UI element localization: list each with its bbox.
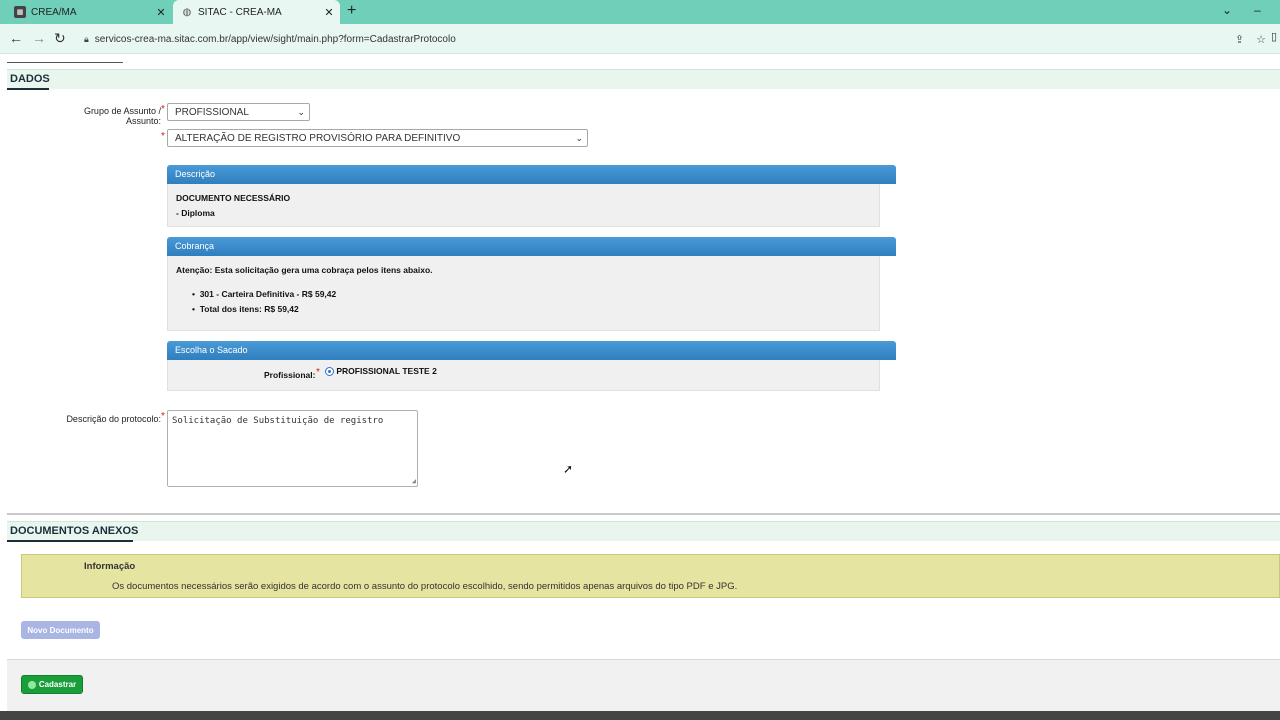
lock-icon: 🔒︎ bbox=[84, 33, 89, 44]
selected-value: PROFISSIONAL bbox=[175, 106, 249, 118]
profissional-label: Profissional: bbox=[264, 370, 316, 380]
reload-icon[interactable]: ↻ bbox=[54, 30, 66, 47]
share-icon[interactable]: ⇪ bbox=[1235, 33, 1244, 46]
info-title: Informação bbox=[84, 561, 136, 572]
grupo-assunto-label: Grupo de Assunto / Assunto: bbox=[60, 106, 161, 126]
textarea-value: Solicitação de Substituição de registro bbox=[172, 416, 384, 426]
chevron-down-icon: ⌄ bbox=[297, 107, 305, 117]
chevron-down-icon: ⌄ bbox=[575, 133, 583, 143]
protocolo-label: Descrição do protocolo: bbox=[40, 414, 161, 424]
radio-label: PROFISSIONAL TESTE 2 bbox=[336, 366, 437, 376]
divider bbox=[7, 62, 123, 63]
globe-icon: ◍ bbox=[182, 6, 192, 18]
url-text: servicos-crea-ma.sitac.com.br/app/view/s… bbox=[94, 33, 456, 45]
radio-selected-icon[interactable] bbox=[325, 367, 334, 377]
section-title: DOCUMENTOS ANEXOS bbox=[10, 525, 139, 537]
descricao-box-body: DOCUMENTO NECESSÁRIO - Diploma bbox=[167, 184, 880, 227]
crea-favicon-icon: ▦ bbox=[14, 6, 26, 18]
section-title: DADOS bbox=[10, 73, 50, 85]
descricao-item: - Diploma bbox=[176, 208, 215, 218]
button-label: Cadastrar bbox=[38, 680, 77, 689]
address-bar: ← → ↻ 🔒︎ servicos-crea-ma.sitac.com.br/a… bbox=[0, 24, 1280, 54]
sidebar-icon[interactable]: ▯ bbox=[1271, 30, 1277, 43]
new-tab-icon[interactable]: + bbox=[347, 2, 356, 20]
info-box: Informação Os documentos necessários ser… bbox=[21, 554, 1280, 598]
label-text: Descrição do protocolo: bbox=[66, 414, 161, 424]
back-arrow-icon[interactable]: ← bbox=[9, 30, 23, 46]
tab-list-chevron-icon[interactable]: ⌄ bbox=[1222, 3, 1232, 17]
required-marker: * bbox=[161, 131, 165, 142]
novo-documento-button[interactable]: Novo Documento bbox=[21, 621, 100, 639]
label-text: Grupo de Assunto / Assunto: bbox=[83, 106, 161, 126]
cadastrar-button[interactable]: Cadastrar bbox=[21, 675, 83, 694]
close-tab-icon[interactable]: ✕ bbox=[154, 6, 168, 19]
browser-tab-bar: ▦ CREA/MA ✕ ◍ SITAC - CREA-MA ✕ + ⌄ – bbox=[0, 0, 1280, 24]
grupo-assunto-select[interactable]: PROFISSIONAL ⌄ bbox=[167, 103, 310, 121]
selected-value: ALTERAÇÃO DE REGISTRO PROVISÓRIO PARA DE… bbox=[175, 132, 461, 144]
cobranca-notice: Atenção: Esta solicitação gera uma cobra… bbox=[176, 265, 433, 275]
url-field[interactable]: 🔒︎ servicos-crea-ma.sitac.com.br/app/vie… bbox=[76, 27, 1266, 51]
browser-tab-crea[interactable]: ▦ CREA/MA ✕ bbox=[6, 0, 172, 24]
required-marker: * bbox=[161, 104, 165, 115]
page-content: DADOS Grupo de Assunto / Assunto: * PROF… bbox=[0, 54, 1280, 720]
info-text: Os documentos necessários serão exigidos… bbox=[112, 581, 738, 592]
bullet: • bbox=[192, 289, 200, 299]
descricao-box-header: Descrição bbox=[167, 165, 896, 184]
sacado-box-body: Profissional: * PROFISSIONAL TESTE 2 bbox=[167, 360, 880, 391]
footer-panel: Cadastrar bbox=[7, 659, 1280, 713]
tab-title: CREA/MA bbox=[31, 6, 77, 18]
close-tab-icon[interactable]: ✕ bbox=[322, 6, 336, 19]
section-header-anexos: DOCUMENTOS ANEXOS bbox=[7, 521, 1280, 542]
required-marker: * bbox=[161, 411, 165, 422]
list-item-text: 301 - Carteira Definitiva - R$ 59,42 bbox=[199, 289, 337, 299]
section-header-dados: DADOS bbox=[7, 69, 1280, 90]
sacado-box-header: Escolha o Sacado bbox=[167, 341, 896, 360]
tab-title: SITAC - CREA-MA bbox=[198, 6, 282, 18]
descricao-heading: DOCUMENTO NECESSÁRIO bbox=[176, 193, 291, 203]
minimize-icon[interactable]: – bbox=[1254, 3, 1261, 17]
bullet: • bbox=[192, 304, 200, 314]
protocolo-textarea[interactable]: Solicitação de Substituição de registro … bbox=[167, 410, 418, 487]
box-title: Cobrança bbox=[175, 241, 215, 251]
assunto-select[interactable]: ALTERAÇÃO DE REGISTRO PROVISÓRIO PARA DE… bbox=[167, 129, 588, 147]
browser-tab-sitac[interactable]: ◍ SITAC - CREA-MA ✕ bbox=[173, 0, 340, 24]
star-icon[interactable]: ☆ bbox=[1256, 33, 1266, 46]
bottom-bar bbox=[0, 711, 1280, 720]
box-title: Descrição bbox=[175, 169, 216, 179]
section-underline bbox=[7, 540, 133, 542]
cobranca-box-header: Cobrança bbox=[167, 237, 896, 256]
list-item: • 301 - Carteira Definitiva - R$ 59,42 bbox=[192, 289, 336, 299]
list-item-text: Total dos itens: R$ 59,42 bbox=[199, 304, 299, 314]
profissional-radio-option[interactable]: PROFISSIONAL TESTE 2 bbox=[325, 366, 437, 377]
resize-handle-icon[interactable]: ◢ bbox=[412, 477, 416, 485]
forward-arrow-icon[interactable]: → bbox=[32, 30, 46, 46]
cobranca-box-body: Atenção: Esta solicitação gera uma cobra… bbox=[167, 256, 880, 331]
button-label: Novo Documento bbox=[27, 625, 94, 635]
mouse-cursor-icon: ➚ bbox=[563, 462, 574, 476]
list-item: • Total dos itens: R$ 59,42 bbox=[192, 304, 299, 314]
add-circle-icon bbox=[27, 680, 36, 689]
required-marker: * bbox=[316, 367, 320, 378]
box-title: Escolha o Sacado bbox=[175, 345, 248, 355]
